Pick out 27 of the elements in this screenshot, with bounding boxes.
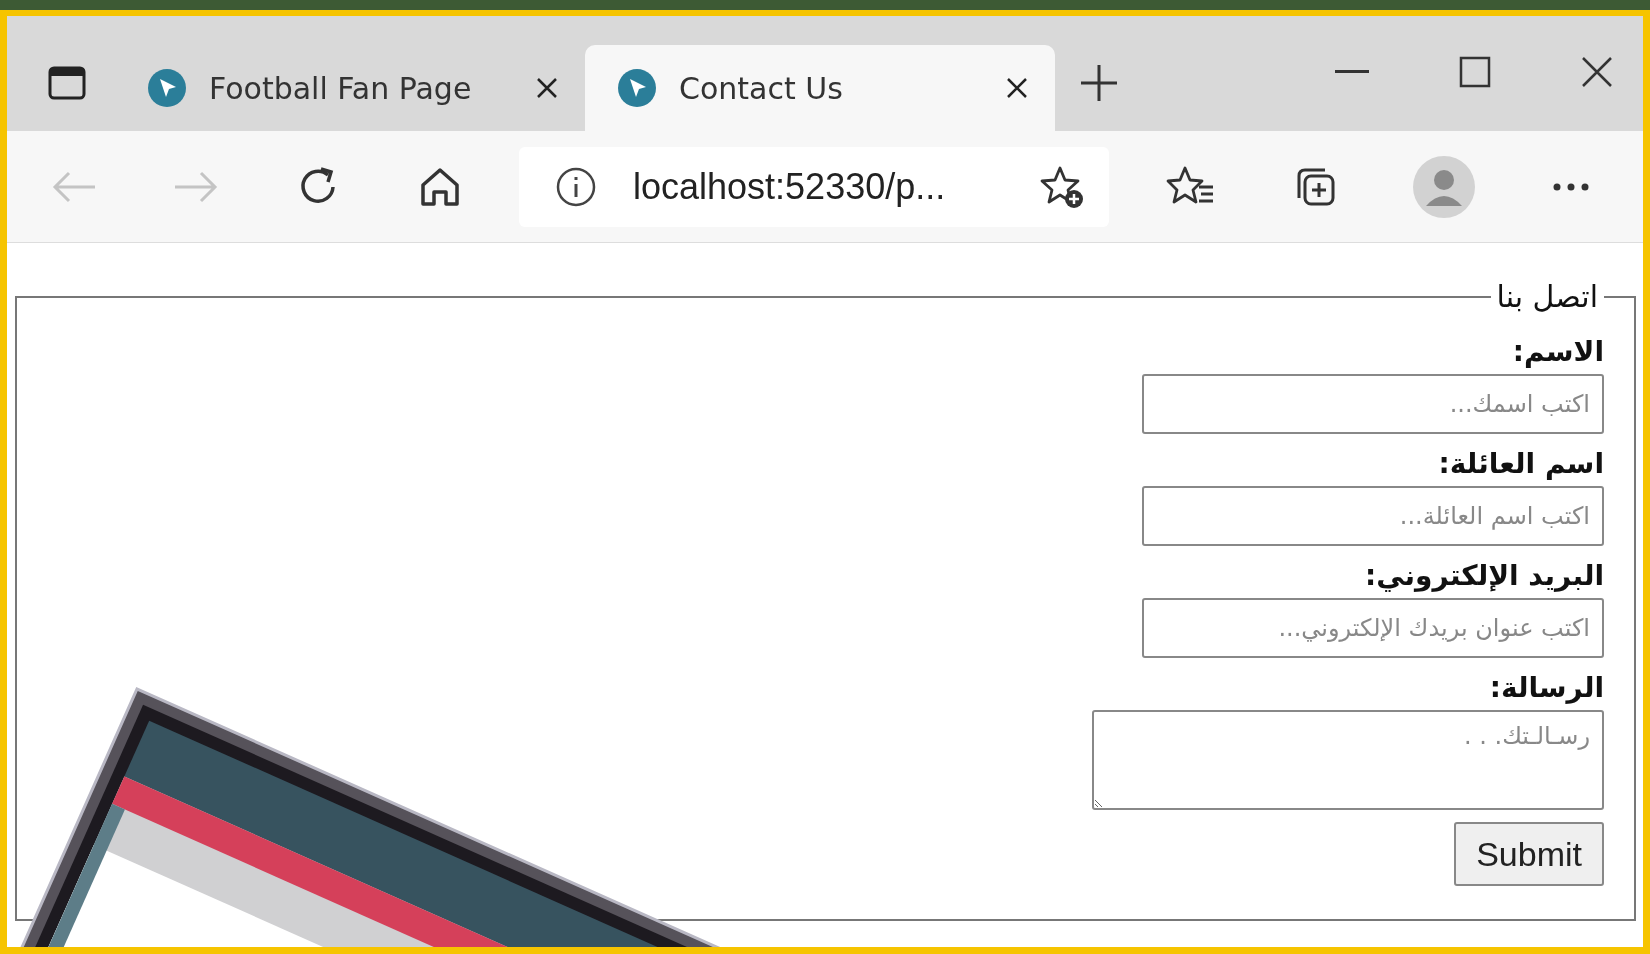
- field-label: الاسم:: [1512, 336, 1604, 368]
- submit-button[interactable]: Submit: [1454, 822, 1604, 886]
- input-field[interactable]: اكتب اسم العائلة...: [1142, 486, 1604, 546]
- new-tab-icon[interactable]: [1079, 63, 1119, 103]
- browser-tab[interactable]: Football Fan Page: [115, 45, 585, 131]
- close-icon[interactable]: [1005, 76, 1029, 100]
- cursor-icon: [147, 68, 187, 108]
- cursor-icon: [617, 68, 657, 108]
- field-label: اسم العائلة:: [1438, 448, 1604, 480]
- address-bar[interactable]: localhost:52330/p...: [519, 146, 1109, 227]
- tab-title: Contact Us: [679, 70, 844, 106]
- close-icon[interactable]: [1581, 56, 1613, 88]
- more-icon[interactable]: [1551, 181, 1591, 192]
- message-field[interactable]: رسـالـتك. . .: [1092, 710, 1604, 810]
- url-text: localhost:52330/p...: [633, 165, 947, 208]
- tab-title: Football Fan Page: [209, 70, 473, 106]
- field-label: البريد الإلكتروني:: [1365, 560, 1604, 592]
- input-field[interactable]: اكتب عنوان بريدك الإلكتروني...: [1142, 598, 1604, 658]
- fieldset-legend: اتصل بنا: [1490, 279, 1604, 314]
- info-icon[interactable]: [555, 165, 597, 208]
- close-icon[interactable]: [535, 76, 559, 100]
- field-label: الرسالة:: [1489, 672, 1604, 704]
- input-field[interactable]: اكتب اسمك...: [1142, 374, 1604, 434]
- avatar-icon[interactable]: [1413, 155, 1475, 218]
- maximize-icon[interactable]: [1459, 56, 1491, 88]
- browser-tab[interactable]: Contact Us: [585, 45, 1055, 131]
- minimize-icon[interactable]: [1335, 70, 1369, 74]
